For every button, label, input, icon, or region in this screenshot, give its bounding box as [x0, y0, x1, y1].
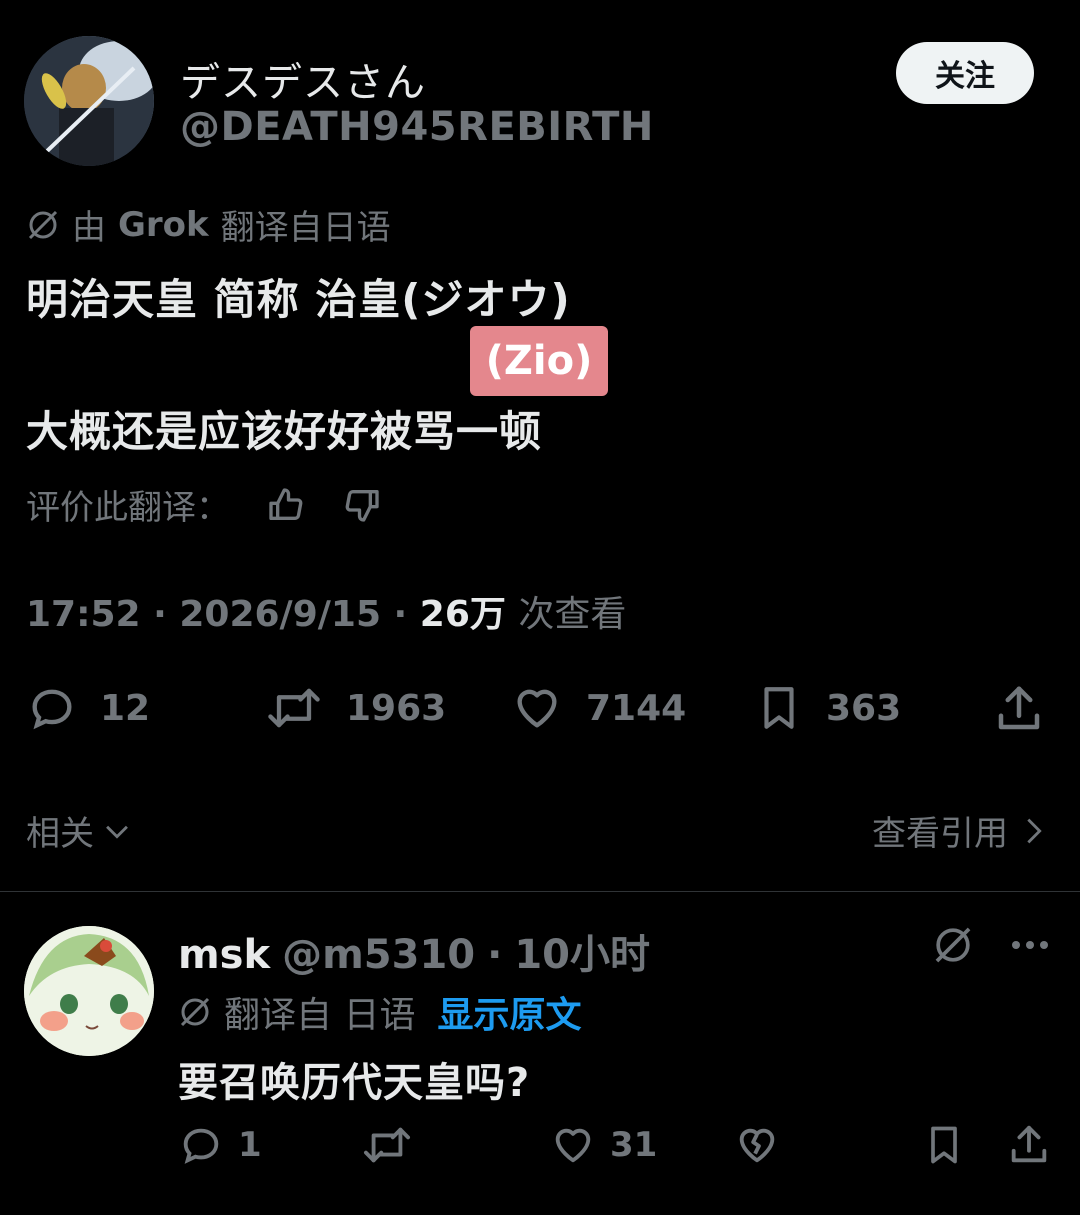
anime-avatar-icon	[24, 926, 154, 1056]
tweet-action-bar: 12 1963 7144 363	[26, 682, 1056, 742]
chevron-right-icon	[1022, 814, 1046, 848]
tweet-date[interactable]: 2026/9/15	[179, 594, 381, 635]
share-icon	[1006, 1122, 1052, 1168]
profile-photo-icon	[24, 36, 154, 166]
tweet-text-line2: 大概还是应该好好被骂一顿	[26, 407, 543, 456]
reply-icon	[178, 1122, 224, 1168]
reply-header: msk @m5310 · 10小时	[178, 922, 650, 980]
reply-text: 要召唤历代天皇吗?	[178, 1060, 531, 1106]
thumbs-down-icon[interactable]	[342, 485, 382, 525]
reply-author-avatar[interactable]	[24, 926, 154, 1056]
grok-icon	[178, 995, 212, 1029]
reply-translation-notice: 翻译自 日语 显示原文	[178, 986, 581, 1038]
retweet-count: 1963	[346, 687, 447, 729]
bookmark-action[interactable]: 363	[754, 682, 901, 734]
reply-reply-action[interactable]: 1	[178, 1122, 262, 1168]
share-icon	[992, 682, 1046, 736]
tweet-meta: 17:52 · 2026/9/15 · 26万 次查看	[26, 594, 627, 635]
related-dropdown[interactable]: 相关	[26, 806, 134, 855]
translation-prefix: 由	[72, 208, 106, 248]
author-avatar[interactable]	[24, 36, 154, 166]
grok-icon[interactable]	[932, 924, 974, 966]
reply-author-name[interactable]: msk	[178, 932, 270, 978]
rate-label: 评价此翻译：	[26, 488, 230, 528]
thumbs-up-icon[interactable]	[266, 485, 306, 525]
view-quotes-label: 查看引用	[872, 814, 1008, 854]
more-options-icon[interactable]	[1010, 939, 1050, 951]
reply-top-actions	[932, 924, 1050, 966]
translation-provider: Grok	[118, 204, 209, 245]
reply-reply-count: 1	[238, 1125, 262, 1165]
bookmark-icon	[922, 1122, 966, 1168]
view-count: 26万	[419, 594, 506, 635]
reply-action-bar: 1 31	[178, 1122, 1058, 1172]
tweet-time[interactable]: 17:52	[26, 594, 141, 635]
author-handle[interactable]: @DEATH945REBIRTH	[180, 104, 654, 150]
reply-translated-label: 翻译自 日语	[224, 995, 416, 1036]
tweet-text-line1: 明治天皇 简称 治皇(ジオウ)	[26, 275, 571, 324]
heart-icon	[550, 1122, 596, 1168]
related-label: 相关	[26, 814, 94, 854]
reply-bookmark-action[interactable]	[922, 1122, 966, 1168]
author-display-name[interactable]: デスデスさん	[180, 50, 426, 108]
reply-dislike-action[interactable]	[734, 1122, 780, 1168]
broken-heart-icon	[734, 1122, 780, 1168]
section-divider	[0, 891, 1080, 892]
reply-time[interactable]: 10小时	[514, 922, 650, 980]
retweet-icon	[360, 1122, 414, 1168]
translation-notice: 由 Grok 翻译自日语	[26, 200, 391, 249]
rate-translation: 评价此翻译：	[26, 480, 382, 529]
retweet-icon	[264, 682, 324, 734]
translation-suffix: 翻译自日语	[220, 208, 391, 248]
zio-annotation-tag: (Zio)	[470, 326, 608, 396]
reply-icon	[26, 682, 78, 734]
reply-retweet-action[interactable]	[360, 1122, 414, 1168]
bookmark-count: 363	[826, 687, 902, 729]
like-action[interactable]: 7144	[510, 682, 686, 734]
reply-author-handle[interactable]: @m5310	[282, 932, 475, 978]
chevron-down-icon	[100, 814, 134, 848]
view-quotes-link[interactable]: 查看引用	[872, 806, 1046, 855]
reply-share-action[interactable]	[1006, 1122, 1052, 1168]
reply-action[interactable]: 12	[26, 682, 150, 734]
heart-icon	[510, 682, 564, 734]
reply-count: 12	[100, 687, 151, 729]
grok-icon	[26, 208, 60, 242]
retweet-action[interactable]: 1963	[264, 682, 446, 734]
views-label: 次查看	[518, 594, 627, 635]
share-action[interactable]	[992, 682, 1046, 736]
reply-like-action[interactable]: 31	[550, 1122, 657, 1168]
follow-button[interactable]: 关注	[896, 42, 1034, 104]
like-count: 7144	[586, 687, 687, 729]
show-original-link[interactable]: 显示原文	[437, 986, 581, 1038]
bookmark-icon	[754, 682, 804, 734]
reply-like-count: 31	[610, 1125, 658, 1165]
